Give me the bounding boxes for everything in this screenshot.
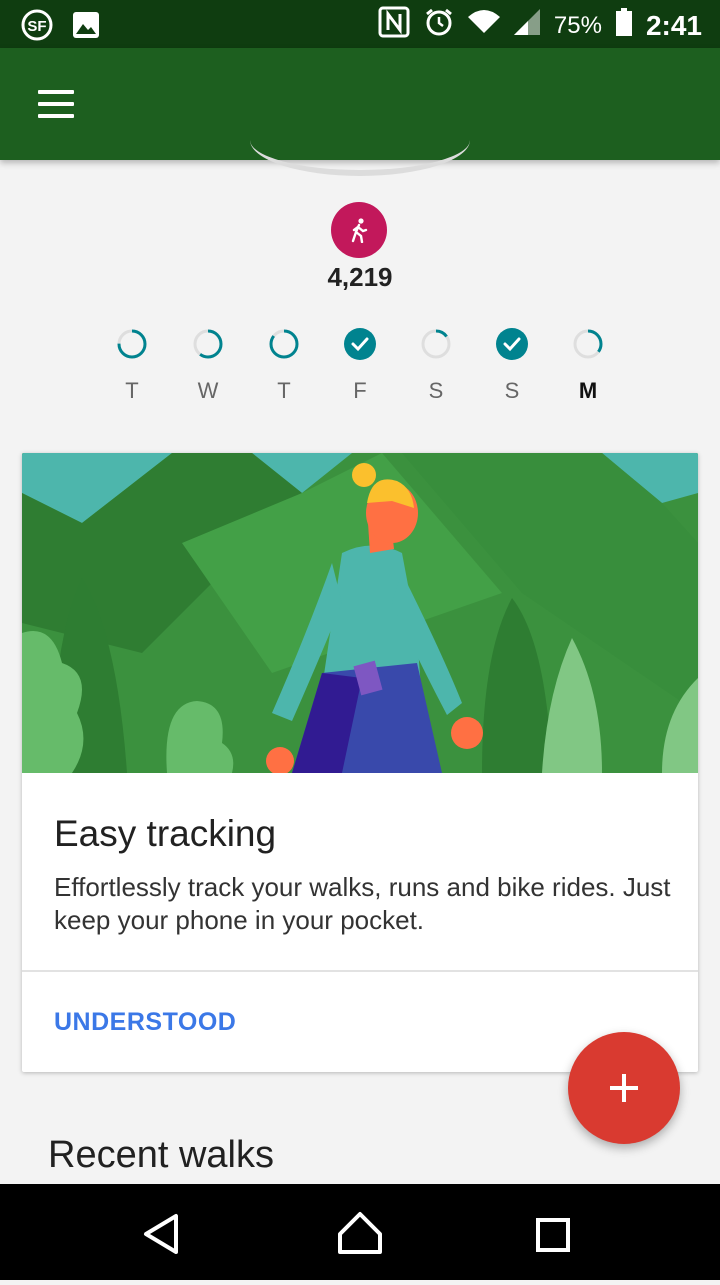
card-body: Effortlessly track your walks, runs and … (54, 872, 671, 935)
goal-complete-icon (344, 328, 376, 360)
home-icon[interactable] (312, 1184, 408, 1280)
progress-ring (269, 329, 299, 359)
day-progress-6[interactable]: S (474, 326, 550, 404)
sf-icon: SF (20, 8, 54, 47)
card-title: Easy tracking (54, 813, 277, 854)
day-progress-2[interactable]: W (170, 326, 246, 404)
day-label: T (277, 378, 291, 403)
battery-icon (615, 8, 632, 43)
day-label: W (197, 378, 219, 403)
day-label: M (578, 378, 598, 403)
wifi-icon (467, 9, 500, 42)
progress-ring (421, 329, 451, 359)
day-label: F (353, 378, 367, 403)
battery-percent: 75% (553, 11, 602, 39)
add-activity-button[interactable] (568, 1032, 680, 1144)
walking-illustration (22, 453, 698, 775)
daily-goal-arc (250, 140, 470, 176)
progress-ring (193, 329, 223, 359)
status-bar: SF 75% 2:41 (0, 0, 720, 48)
day-label: S (428, 378, 444, 403)
image-icon (72, 11, 100, 44)
week-progress: TWTFSSM (94, 326, 626, 404)
walking-icon (331, 202, 387, 258)
svg-text:SF: SF (27, 18, 46, 35)
day-progress-1[interactable]: T (94, 326, 170, 404)
day-progress-4[interactable]: F (322, 326, 398, 404)
alarm-icon (424, 7, 454, 44)
day-progress-7[interactable]: M (550, 326, 626, 404)
day-progress-3[interactable]: T (246, 326, 322, 404)
progress-ring (117, 329, 147, 359)
clock: 2:41 (645, 9, 702, 41)
recent-walks-heading: Recent walks (48, 1134, 274, 1176)
day-label: T (125, 378, 139, 403)
step-count: 4,219 (327, 262, 393, 292)
goal-complete-icon (496, 328, 528, 360)
card-divider (22, 970, 698, 972)
progress-ring (573, 329, 603, 359)
nfc-icon (378, 6, 410, 45)
navigation-bar (0, 1184, 720, 1280)
menu-icon[interactable] (28, 78, 84, 130)
day-label: S (504, 378, 520, 403)
day-progress-5[interactable]: S (398, 326, 474, 404)
onboarding-card: Easy tracking Effortlessly track your wa… (22, 453, 698, 1072)
signal-icon (513, 9, 540, 42)
recents-icon[interactable] (504, 1184, 600, 1280)
understood-button[interactable]: UNDERSTOOD (54, 1008, 236, 1037)
back-icon[interactable] (112, 1184, 208, 1280)
